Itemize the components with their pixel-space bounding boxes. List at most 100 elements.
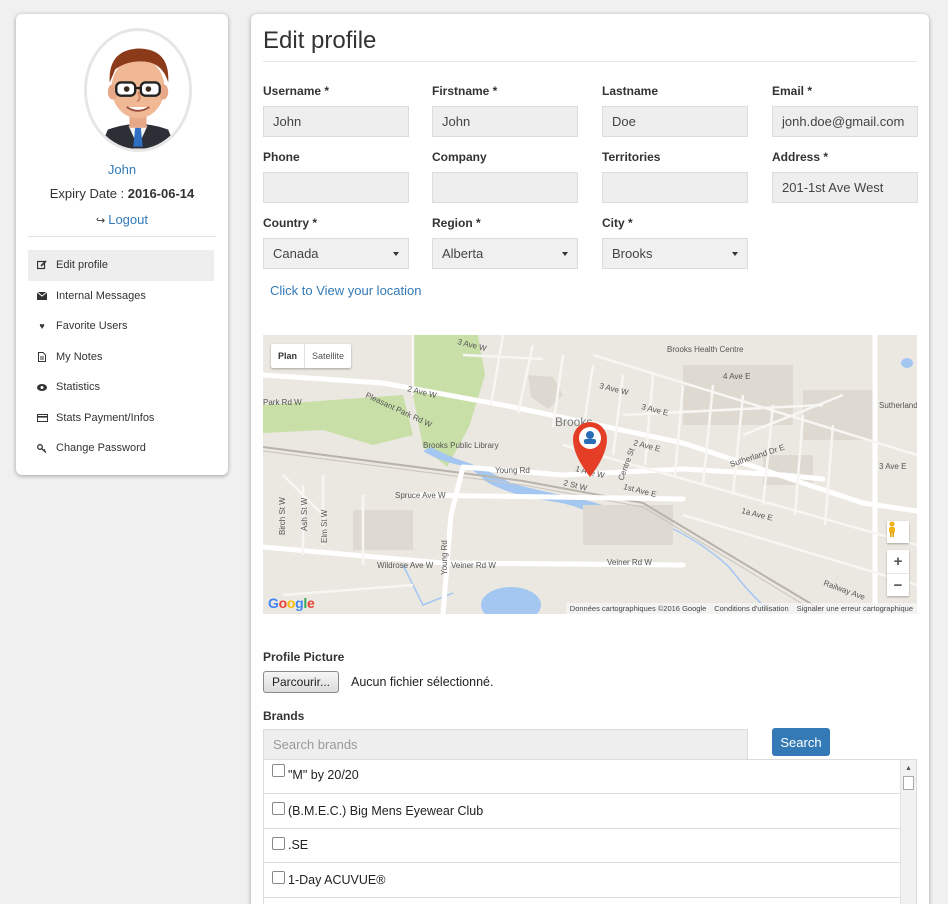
sidebar-item-change-password[interactable]: Change Password bbox=[28, 433, 214, 464]
sidebar-item-label: My Notes bbox=[56, 350, 103, 363]
territories-label: Territories bbox=[602, 150, 661, 164]
map-label: Veiner Rd W bbox=[451, 561, 496, 570]
brand-list-scrollbar[interactable]: ▲ bbox=[900, 760, 916, 904]
chevron-down-icon bbox=[732, 251, 738, 256]
brand-search-button[interactable]: Search bbox=[772, 728, 830, 756]
sidebar-item-label: Stats Payment/Infos bbox=[56, 411, 155, 424]
brand-checkbox[interactable] bbox=[272, 871, 285, 885]
edit-profile-panel: Edit profile Username * John Firstname *… bbox=[251, 14, 929, 904]
username-field-group: Username * John bbox=[263, 84, 409, 137]
sidebar-item-favorite-users[interactable]: ♥ Favorite Users bbox=[28, 311, 214, 342]
map-label: Park Rd W bbox=[263, 398, 302, 407]
email-input[interactable]: jonh.doe@gmail.com bbox=[772, 106, 918, 137]
phone-input[interactable] bbox=[263, 172, 409, 203]
address-input[interactable]: 201-1st Ave West bbox=[772, 172, 918, 203]
company-input[interactable] bbox=[432, 172, 578, 203]
map-label: Young Rd bbox=[440, 540, 449, 575]
territories-input[interactable] bbox=[602, 172, 748, 203]
brand-list: "M" by 20/20 (B.M.E.C.) Big Mens Eyewear… bbox=[263, 759, 917, 904]
sidebar-item-label: Edit profile bbox=[56, 259, 108, 272]
google-logo[interactable]: Google bbox=[268, 595, 315, 611]
sidebar-item-label: Change Password bbox=[56, 442, 146, 455]
map-label: Ash St W bbox=[300, 497, 309, 531]
phone-label: Phone bbox=[263, 150, 300, 164]
map-attribution: Données cartographiques ©2016 Google Con… bbox=[565, 603, 917, 614]
sidebar-item-my-notes[interactable]: My Notes bbox=[28, 342, 214, 373]
firstname-input[interactable]: John bbox=[432, 106, 578, 137]
credit-card-icon bbox=[36, 413, 48, 423]
location-map[interactable]: Brooks Health Centre Brooks Public Libra… bbox=[263, 335, 917, 614]
brand-checkbox[interactable] bbox=[272, 836, 285, 850]
region-label: Region * bbox=[432, 216, 481, 230]
sidebar-item-statistics[interactable]: Statistics bbox=[28, 372, 214, 403]
list-item: .SE bbox=[264, 829, 902, 863]
company-field-group: Company bbox=[432, 150, 578, 203]
profile-name[interactable]: John bbox=[16, 162, 228, 177]
email-label: Email * bbox=[772, 84, 813, 98]
map-type-satellite-button[interactable]: Satellite bbox=[304, 344, 351, 368]
brand-search-input[interactable]: Search brands bbox=[263, 729, 748, 760]
browse-file-button[interactable]: Parcourir... bbox=[263, 671, 340, 693]
file-icon bbox=[36, 351, 48, 362]
street-view-pegman-icon[interactable] bbox=[887, 521, 909, 543]
lastname-input[interactable]: Doe bbox=[602, 106, 748, 137]
map-label: Young Rd bbox=[495, 466, 530, 475]
company-label: Company bbox=[432, 150, 487, 164]
brands-label: Brands bbox=[263, 709, 305, 723]
expiry-date: Expiry Date : 2016-06-14 bbox=[16, 186, 228, 201]
map-label: Birch St W bbox=[278, 497, 287, 535]
zoom-in-icon[interactable]: + bbox=[887, 550, 909, 573]
list-item bbox=[264, 898, 902, 904]
view-location-link[interactable]: Click to View your location bbox=[270, 283, 422, 298]
sidebar-item-label: Statistics bbox=[56, 381, 101, 394]
phone-field-group: Phone bbox=[263, 150, 409, 203]
map-label: Veiner Rd W bbox=[607, 558, 652, 567]
heart-icon: ♥ bbox=[39, 321, 45, 332]
city-select[interactable]: Brooks bbox=[602, 238, 748, 269]
map-report-error-link[interactable]: Signaler une erreur cartographique bbox=[793, 604, 917, 613]
city-value: Brooks bbox=[612, 246, 653, 261]
email-field-group: Email * jonh.doe@gmail.com bbox=[772, 84, 918, 137]
map-label: Elm St W bbox=[320, 509, 329, 543]
sidebar-item-internal-messages[interactable]: Internal Messages bbox=[28, 281, 214, 312]
expiry-value: 2016-06-14 bbox=[127, 186, 195, 201]
brand-label: "M" by 20/20 bbox=[288, 768, 359, 782]
list-item: "M" by 20/20 bbox=[264, 760, 902, 794]
water-body bbox=[901, 358, 913, 368]
region-select[interactable]: Alberta bbox=[432, 238, 578, 269]
edit-icon bbox=[36, 260, 48, 270]
brand-label: .SE bbox=[288, 838, 309, 853]
profile-picture-label: Profile Picture bbox=[263, 650, 345, 664]
map-terms-link[interactable]: Conditions d'utilisation bbox=[710, 604, 792, 613]
brand-checkbox[interactable] bbox=[272, 764, 285, 777]
map-label: 3 Ave E bbox=[879, 462, 906, 471]
address-label: Address * bbox=[772, 150, 829, 164]
sidebar-item-label: Favorite Users bbox=[56, 320, 128, 333]
avatar-image bbox=[87, 31, 189, 149]
country-field-group: Country * Canada bbox=[263, 216, 409, 269]
logout-link[interactable]: ↪ Logout bbox=[16, 212, 228, 227]
country-select[interactable]: Canada bbox=[263, 238, 409, 269]
scroll-up-icon[interactable]: ▲ bbox=[901, 760, 916, 776]
map-type-control: Plan Satellite bbox=[271, 344, 352, 368]
username-input[interactable]: John bbox=[263, 106, 409, 137]
address-field-group: Address * 201-1st Ave West bbox=[772, 150, 918, 203]
envelope-icon bbox=[36, 291, 48, 301]
lastname-field-group: Lastname Doe bbox=[602, 84, 748, 137]
map-canvas: Brooks Health Centre Brooks Public Libra… bbox=[263, 335, 917, 614]
list-item: 1-Day ACUVUE® bbox=[264, 863, 902, 898]
map-type-plan-button[interactable]: Plan bbox=[271, 344, 304, 368]
city-label: City * bbox=[602, 216, 633, 230]
map-label: Wildrose Ave W bbox=[377, 561, 434, 570]
zoom-control: + − bbox=[887, 550, 909, 596]
map-label: Brooks Public Library bbox=[423, 441, 499, 450]
avatar[interactable] bbox=[84, 28, 192, 152]
chevron-down-icon bbox=[562, 251, 568, 256]
brand-checkbox[interactable] bbox=[272, 802, 285, 816]
sidebar-item-stats-payment[interactable]: Stats Payment/Infos bbox=[28, 403, 214, 434]
sidebar-divider bbox=[28, 236, 216, 237]
map-label: 4 Ave E bbox=[723, 372, 750, 381]
sidebar-item-edit-profile[interactable]: Edit profile bbox=[28, 250, 214, 281]
scroll-thumb[interactable] bbox=[903, 776, 914, 790]
zoom-out-icon[interactable]: − bbox=[887, 573, 909, 596]
